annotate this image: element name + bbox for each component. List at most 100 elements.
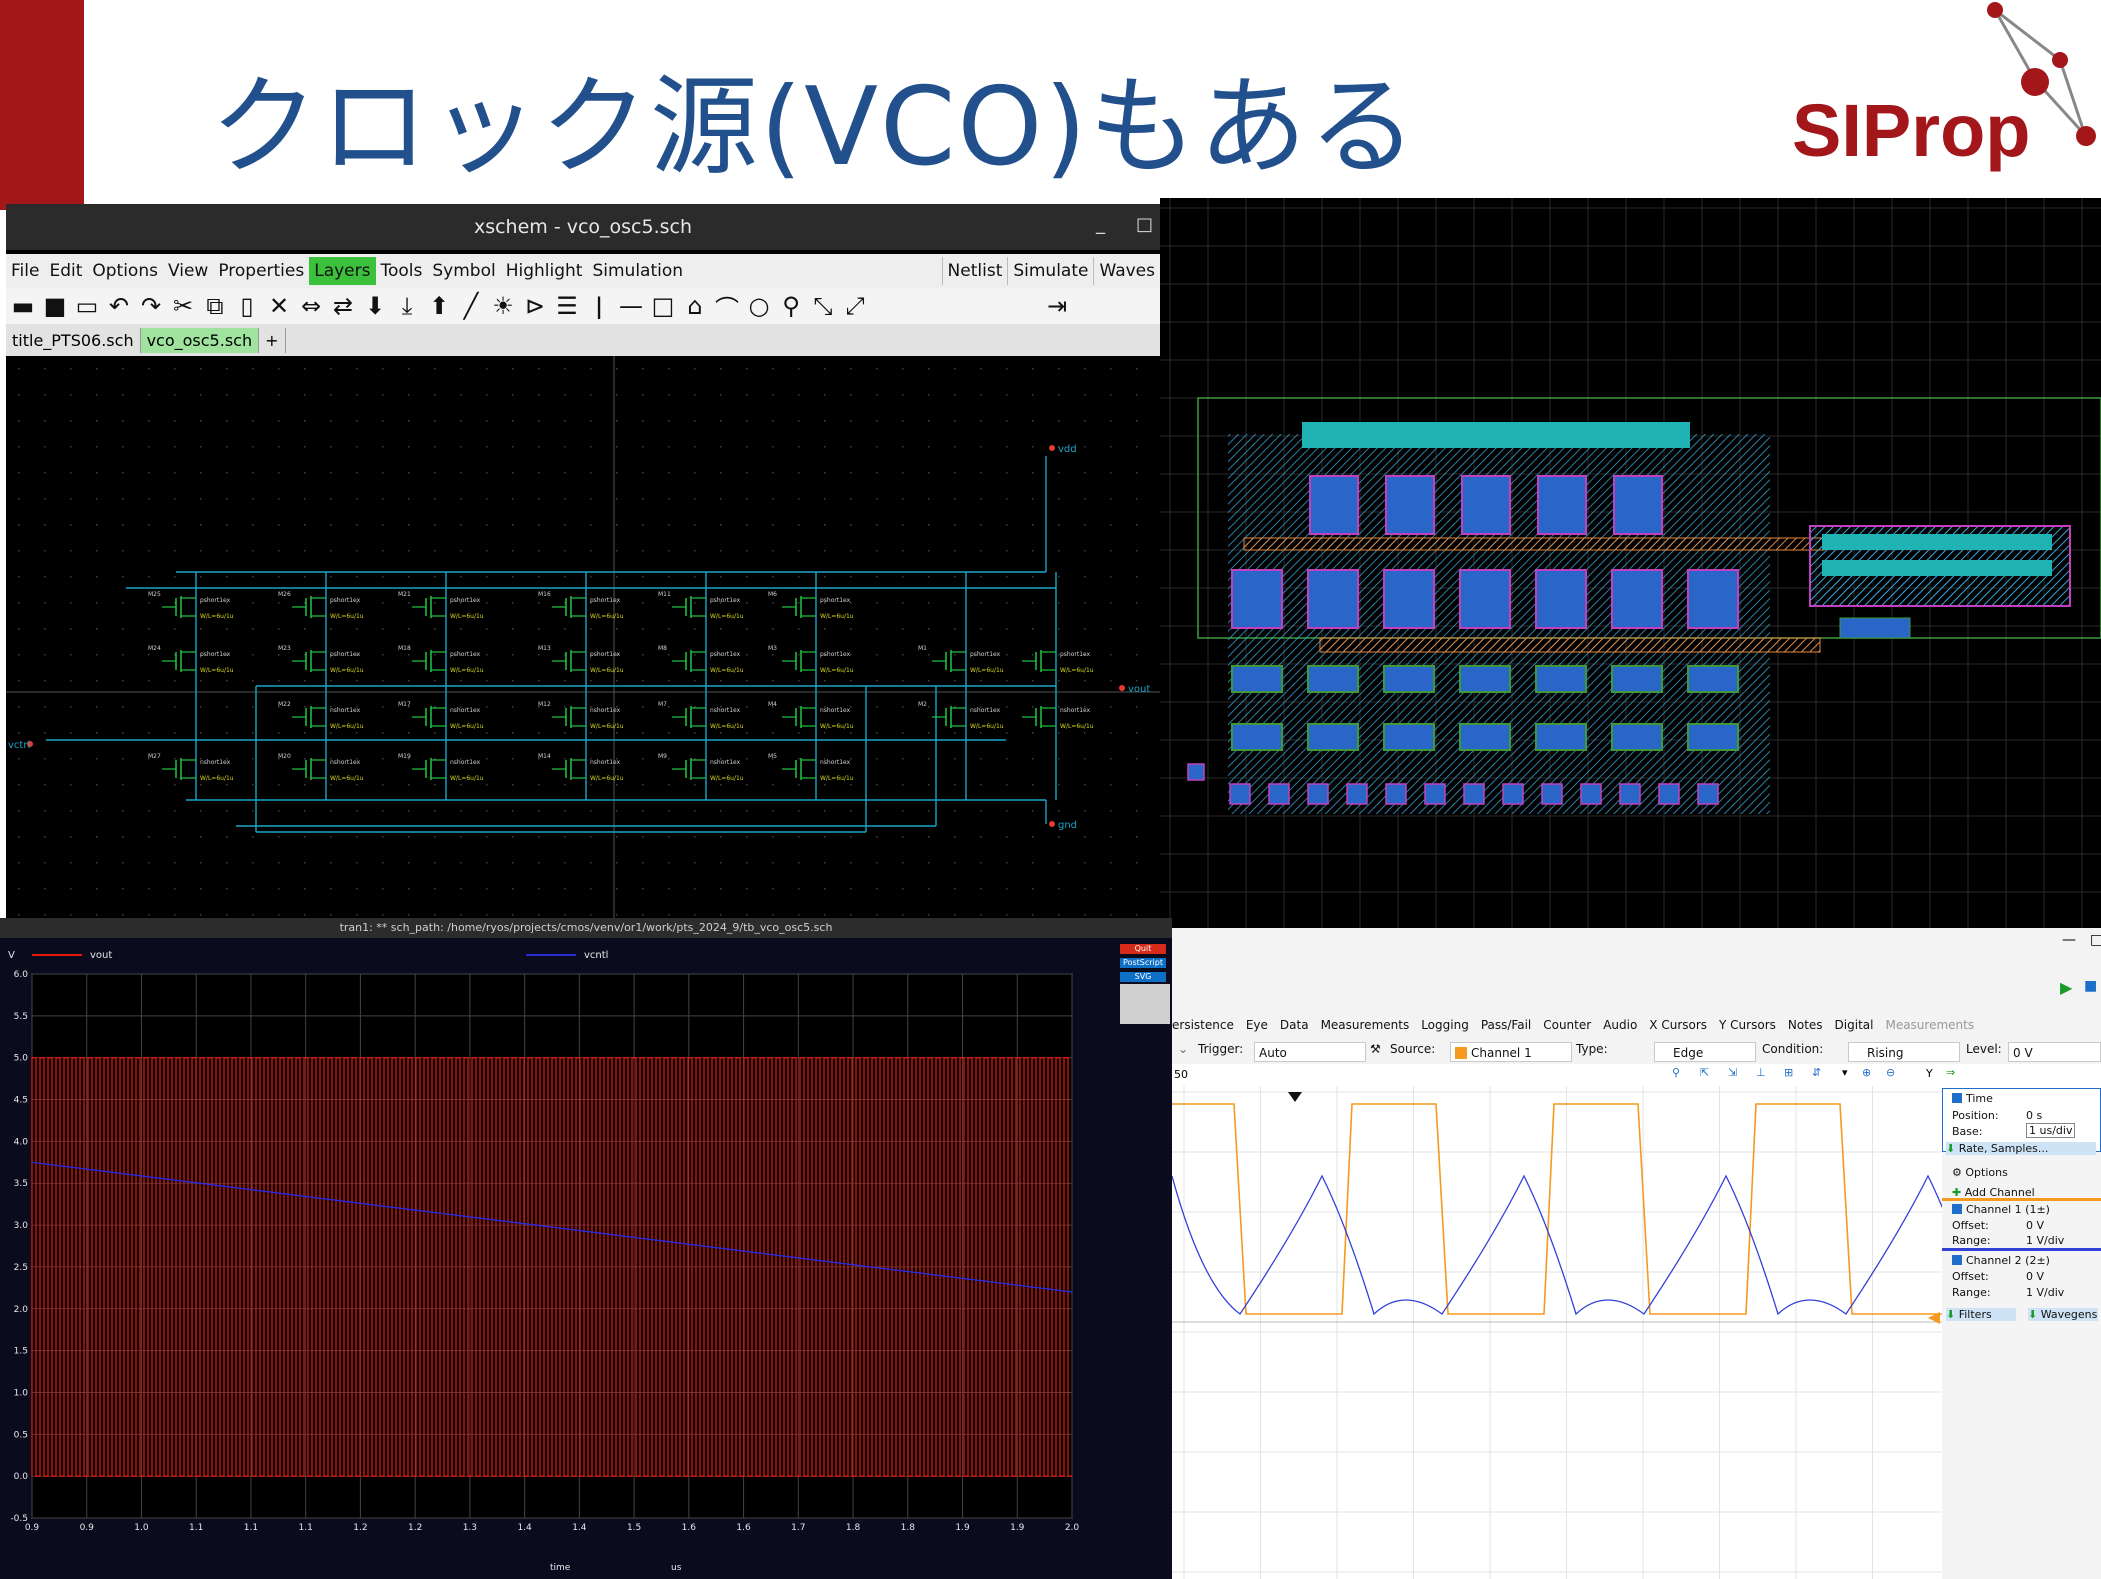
tab-x-cursors[interactable]: X Cursors (1649, 1018, 1707, 1032)
zoom-out-icon[interactable]: ⤡ (810, 292, 836, 320)
zoom-out-icon[interactable]: ⊖ (1886, 1066, 1895, 1079)
time-checkbox[interactable] (1952, 1093, 1962, 1103)
pop-icon[interactable]: ⬆ (426, 292, 452, 320)
push-icon[interactable]: ⬇ (362, 292, 388, 320)
cursor-icon[interactable]: ⇵ (1812, 1066, 1821, 1079)
rect-icon[interactable]: □ (650, 292, 676, 320)
tab-pass-fail[interactable]: Pass/Fail (1481, 1018, 1531, 1032)
ch2-offset-value[interactable]: 0 V (2026, 1270, 2044, 1283)
fit-icon[interactable]: ⇲ (1728, 1066, 1737, 1079)
cut-icon[interactable]: ✂ (170, 292, 196, 320)
align-icon[interactable]: ⊥ (1756, 1066, 1766, 1079)
contact (1658, 783, 1680, 805)
tab-notes[interactable]: Notes (1788, 1018, 1823, 1032)
menu-symbol[interactable]: Symbol (427, 257, 500, 285)
menu-highlight[interactable]: Highlight (501, 257, 588, 285)
minimize-icon[interactable]: _ (1096, 214, 1105, 235)
tab-digital[interactable]: Digital (1835, 1018, 1874, 1032)
menu-simulation[interactable]: Simulation (587, 257, 688, 285)
hammer-icon[interactable]: ⚒ (1370, 1042, 1381, 1056)
arc-icon[interactable]: ⌒ (714, 289, 740, 324)
menu-options[interactable]: Options (87, 257, 163, 285)
move-icon[interactable]: ⇔ (298, 292, 324, 320)
zoom-in-icon[interactable]: ⊕ (1862, 1066, 1871, 1079)
condition-select[interactable]: Rising (1848, 1042, 1960, 1062)
dropdown-icon[interactable]: ▾ (1842, 1066, 1848, 1079)
netlist-icon[interactable]: ⇥ (1044, 292, 1070, 320)
menu-edit[interactable]: Edit (44, 257, 87, 285)
wavegen-button[interactable]: ⬇ Wavegens (2028, 1308, 2098, 1321)
undo-icon[interactable]: ↶ (106, 292, 132, 320)
line-icon[interactable]: — (618, 292, 644, 320)
polygon-icon[interactable]: ⌂ (682, 292, 708, 320)
highlight-icon[interactable]: ☀ (490, 292, 516, 320)
arrow-right-icon[interactable]: ⇒ (1946, 1066, 1955, 1079)
reload-icon[interactable]: ▭ (74, 292, 100, 320)
menu-file[interactable]: File (6, 257, 44, 285)
add-tab-button[interactable]: + (259, 327, 286, 353)
zoom-icon[interactable]: ⚲ (778, 292, 804, 320)
layout-window[interactable] (1160, 198, 2101, 928)
pan-icon[interactable]: ⇱ (1700, 1066, 1709, 1079)
tab-measurements-2[interactable]: Measurements (1885, 1018, 1974, 1032)
channel1-checkbox[interactable] (1952, 1204, 1962, 1214)
scope-plot[interactable] (1172, 1086, 1942, 1579)
list-icon[interactable]: ☰ (554, 292, 580, 320)
trigger-select[interactable]: Auto (1254, 1042, 1366, 1062)
type-select[interactable]: Edge (1654, 1042, 1756, 1062)
scale-icon[interactable]: ⊞ (1784, 1066, 1793, 1079)
zoom-in-icon[interactable]: ⤢ (842, 292, 868, 320)
redo-icon[interactable]: ↷ (138, 292, 164, 320)
rate-samples-button[interactable]: ⬇ Rate, Samples... (1946, 1142, 2096, 1155)
paste-icon[interactable]: ▯ (234, 292, 260, 320)
tab-measurements[interactable]: Measurements (1321, 1018, 1410, 1032)
netlist-button[interactable]: Netlist (941, 257, 1008, 285)
tab-eye[interactable]: Eye (1246, 1018, 1268, 1032)
save-icon[interactable]: ■ (42, 292, 68, 320)
position-value[interactable]: 0 s (2026, 1109, 2042, 1122)
channel2-checkbox[interactable] (1952, 1255, 1962, 1265)
maximize-icon[interactable]: □ (2090, 932, 2101, 948)
circle-icon[interactable]: ○ (746, 292, 772, 320)
maximize-icon[interactable]: □ (1136, 214, 1153, 235)
wire-icon[interactable]: ╱ (458, 292, 484, 320)
zoom-icon[interactable]: ⚲ (1672, 1066, 1680, 1079)
open-icon[interactable]: ▬ (10, 292, 36, 320)
menu-view[interactable]: View (163, 257, 213, 285)
tab-audio[interactable]: Audio (1603, 1018, 1637, 1032)
poly-bus-2 (1319, 637, 1821, 653)
tab-persistence[interactable]: ersistence (1172, 1018, 1234, 1032)
tab-vco-osc5[interactable]: vco_osc5.sch (140, 327, 260, 353)
options-button[interactable]: ⚙ Options (1952, 1166, 2008, 1179)
swap-icon[interactable]: ⇄ (330, 292, 356, 320)
tab-data[interactable]: Data (1280, 1018, 1309, 1032)
waves-button[interactable]: Waves (1093, 257, 1160, 285)
minimize-icon[interactable]: — (2062, 932, 2076, 948)
pin-icon[interactable]: ǀ (586, 292, 612, 320)
ch1-range-value[interactable]: 1 V/div (2026, 1234, 2064, 1247)
menu-properties[interactable]: Properties (213, 257, 309, 285)
tab-y-cursors[interactable]: Y Cursors (1719, 1018, 1776, 1032)
run-icon[interactable]: ▶ (2060, 978, 2072, 997)
base-input[interactable]: 1 us/div (2026, 1123, 2076, 1138)
simulate-button[interactable]: Simulate (1007, 257, 1093, 285)
tab-logging[interactable]: Logging (1421, 1018, 1469, 1032)
schematic-canvas[interactable]: M25 pshort1ex W/L=6u/1u M26 pshort1ex W/L=6u/… (6, 356, 1160, 920)
stop-icon[interactable]: ■ (2084, 978, 2097, 994)
delete-icon[interactable]: ✕ (266, 292, 292, 320)
device-size: W/L=6u/1u (330, 613, 364, 620)
filters-button[interactable]: ⬇ Filters (1946, 1308, 2016, 1321)
level-input[interactable]: 0 V (2008, 1042, 2101, 1062)
menu-tools[interactable]: Tools (376, 257, 428, 285)
ch1-offset-value[interactable]: 0 V (2026, 1219, 2044, 1232)
menu-layers[interactable]: Layers (309, 257, 376, 285)
push-down-icon[interactable]: ⤓ (394, 292, 420, 320)
ch2-range-value[interactable]: 1 V/div (2026, 1286, 2064, 1299)
y-button[interactable]: Y (1926, 1067, 1933, 1080)
symbol-icon[interactable]: ⊳ (522, 292, 548, 320)
tab-title-pts06[interactable]: title_PTS06.sch (6, 327, 141, 353)
source-select[interactable]: Channel 1 (1450, 1042, 1572, 1062)
ch1-range-label: Range: (1952, 1234, 1991, 1247)
copy-icon[interactable]: ⧉ (202, 292, 228, 320)
tab-counter[interactable]: Counter (1543, 1018, 1591, 1032)
